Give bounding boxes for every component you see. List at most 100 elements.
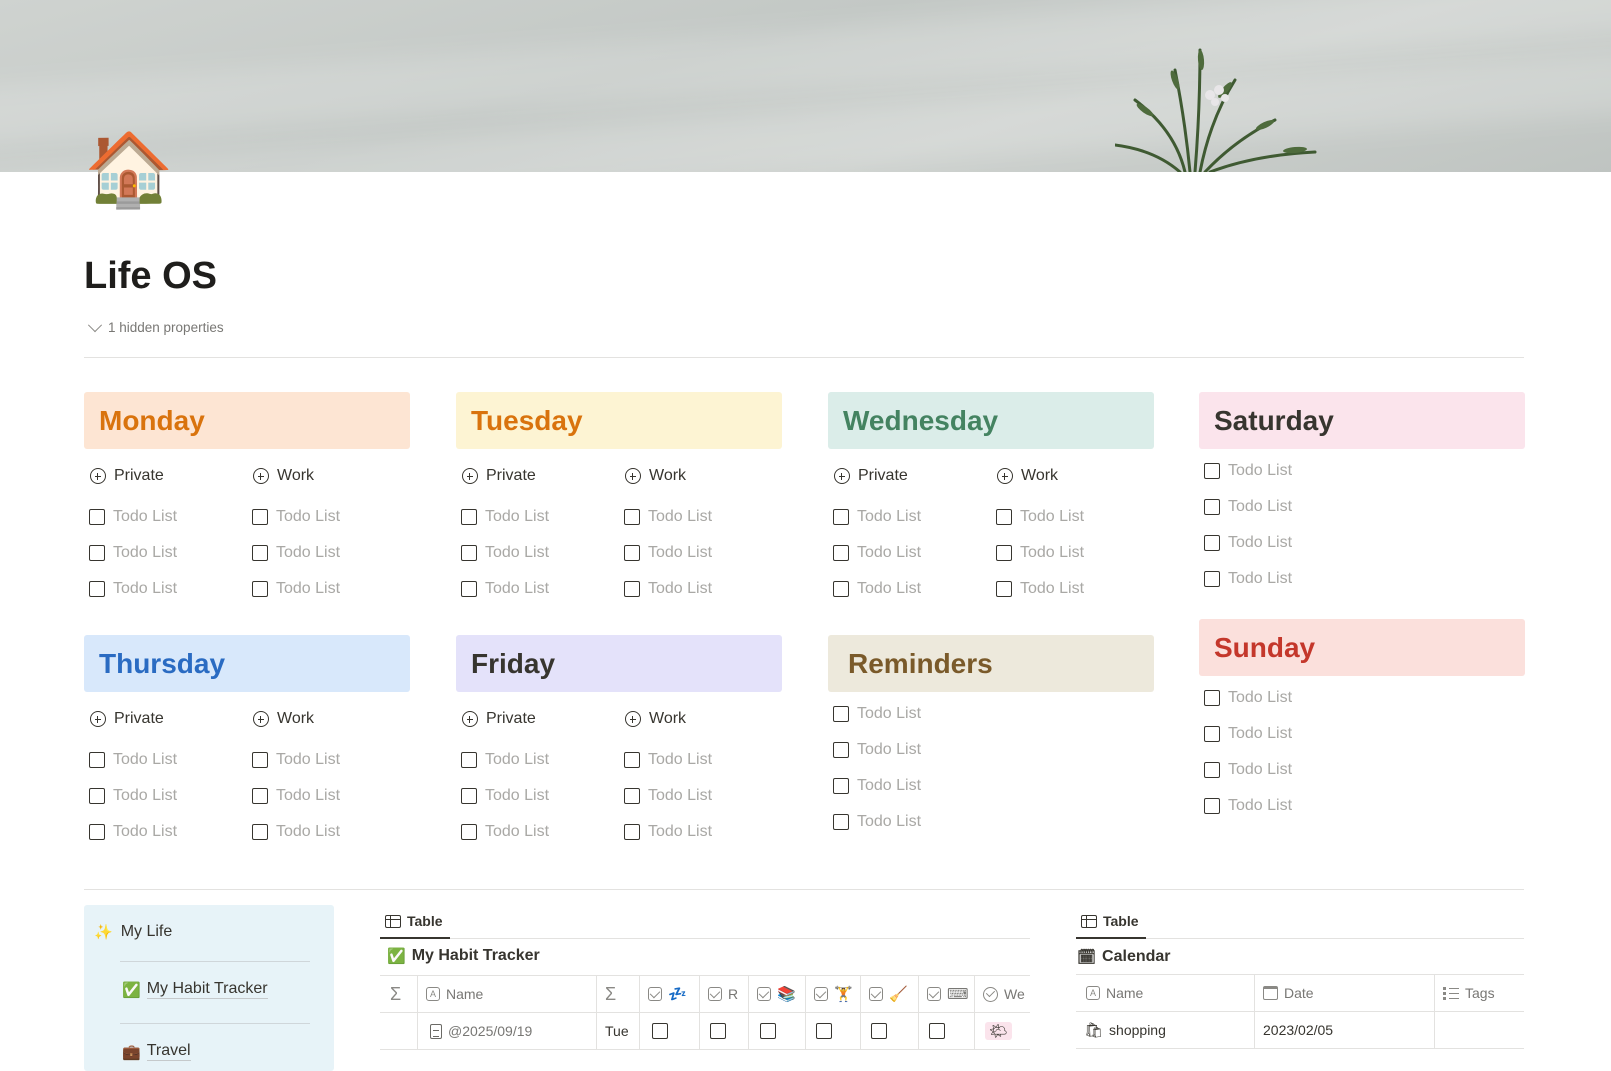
todo-item[interactable]: Todo List [84,814,247,850]
todo-item[interactable]: Todo List [828,571,991,607]
todo-checkbox[interactable] [1204,499,1220,515]
row-name[interactable]: @2025/09/19 [418,1013,597,1049]
todo-checkbox[interactable] [833,814,849,830]
todo-text[interactable]: Todo List [276,580,340,598]
my-life-link-habit-tracker[interactable]: ✅ My Habit Tracker [122,980,268,999]
todo-checkbox[interactable] [1204,726,1220,742]
todo-text[interactable]: Todo List [648,508,712,526]
habit-table-title[interactable]: ✅ My Habit Tracker [387,947,540,965]
todo-text[interactable]: Todo List [113,787,177,805]
todo-checkbox[interactable] [461,824,477,840]
todo-item[interactable]: Todo List [456,814,619,850]
checkbox[interactable] [816,1023,832,1039]
todo-item[interactable]: Todo List [828,804,1154,840]
todo-item[interactable]: Todo List [84,535,247,571]
todo-text[interactable]: Todo List [276,751,340,769]
todo-text[interactable]: Todo List [113,544,177,562]
todo-checkbox[interactable] [89,752,105,768]
todo-text[interactable]: Todo List [857,705,921,723]
todo-item[interactable]: Todo List [456,535,619,571]
todo-text[interactable]: Todo List [276,508,340,526]
my-life-link-travel[interactable]: 💼 Travel [122,1042,191,1061]
todo-checkbox[interactable] [252,788,268,804]
add-private-button[interactable]: Private [456,706,619,732]
todo-text[interactable]: Todo List [857,544,921,562]
todo-text[interactable]: Todo List [857,508,921,526]
header-books[interactable]: 📚 [749,976,806,1012]
todo-text[interactable]: Todo List [485,544,549,562]
todo-item[interactable]: Todo List [84,499,247,535]
page-title[interactable]: Life OS [84,255,217,298]
todo-checkbox[interactable] [624,824,640,840]
todo-text[interactable]: Todo List [1228,689,1292,707]
row-check-cleaning[interactable] [861,1013,919,1049]
todo-text[interactable]: Todo List [648,580,712,598]
todo-text[interactable]: Todo List [857,741,921,759]
todo-checkbox[interactable] [252,581,268,597]
todo-checkbox[interactable] [833,706,849,722]
todo-checkbox[interactable] [89,788,105,804]
todo-checkbox[interactable] [996,581,1012,597]
todo-item[interactable]: Todo List [619,778,782,814]
todo-checkbox[interactable] [1204,798,1220,814]
todo-checkbox[interactable] [624,509,640,525]
todo-text[interactable]: Todo List [1020,544,1084,562]
add-work-button[interactable]: Work [991,463,1154,489]
todo-item[interactable]: Todo List [456,571,619,607]
todo-item[interactable]: Todo List [247,742,410,778]
todo-item[interactable]: Todo List [1199,453,1525,489]
todo-checkbox[interactable] [1204,463,1220,479]
todo-text[interactable]: Todo List [276,823,340,841]
header-exercise[interactable]: 🏋 [806,976,861,1012]
my-life-heading[interactable]: ✨ My Life [94,923,172,941]
calendar-table-title[interactable]: 🗓 Calendar [1077,948,1171,966]
todo-checkbox[interactable] [461,752,477,768]
todo-text[interactable]: Todo List [485,751,549,769]
todo-checkbox[interactable] [461,788,477,804]
checkbox[interactable] [652,1023,668,1039]
todo-item[interactable]: Todo List [247,814,410,850]
row-weather[interactable]: 🌤 [975,1013,1030,1049]
todo-checkbox[interactable] [996,509,1012,525]
todo-item[interactable]: Todo List [84,778,247,814]
todo-text[interactable]: Todo List [857,777,921,795]
add-work-button[interactable]: Work [619,463,782,489]
todo-item[interactable]: Todo List [84,742,247,778]
todo-text[interactable]: Todo List [485,823,549,841]
add-work-button[interactable]: Work [247,706,410,732]
todo-checkbox[interactable] [624,581,640,597]
todo-text[interactable]: Todo List [1228,761,1292,779]
header-name[interactable]: A Name [418,976,597,1012]
header-date[interactable]: Date [1255,975,1435,1011]
add-work-button[interactable]: Work [619,706,782,732]
header-name[interactable]: A Name [1076,975,1255,1011]
table-row[interactable]: @2025/09/19 Tue 🌤 [380,1013,1030,1050]
todo-checkbox[interactable] [624,788,640,804]
todo-checkbox[interactable] [1204,762,1220,778]
todo-item[interactable]: Todo List [991,571,1154,607]
todo-item[interactable]: Todo List [84,571,247,607]
todo-item[interactable]: Todo List [1199,561,1525,597]
row-tags[interactable] [1435,1012,1524,1048]
todo-text[interactable]: Todo List [857,580,921,598]
todo-text[interactable]: Todo List [857,813,921,831]
table-row[interactable]: 🛍 shopping 2023/02/05 [1076,1012,1524,1049]
row-check-r[interactable] [700,1013,749,1049]
todo-text[interactable]: Todo List [113,823,177,841]
add-private-button[interactable]: Private [456,463,619,489]
todo-checkbox[interactable] [252,545,268,561]
page-house-icon[interactable]: 🏠 [84,130,174,210]
todo-item[interactable]: Todo List [991,499,1154,535]
habit-table-view-tab[interactable]: Table [385,913,443,929]
todo-checkbox[interactable] [624,545,640,561]
todo-checkbox[interactable] [1204,571,1220,587]
checkbox[interactable] [710,1023,726,1039]
row-check-exercise[interactable] [806,1013,861,1049]
header-tags[interactable]: Tags [1435,975,1524,1011]
add-work-button[interactable]: Work [247,463,410,489]
todo-item[interactable]: Todo List [247,535,410,571]
todo-item[interactable]: Todo List [991,535,1154,571]
todo-text[interactable]: Todo List [1228,498,1292,516]
todo-text[interactable]: Todo List [276,544,340,562]
todo-item[interactable]: Todo List [619,499,782,535]
